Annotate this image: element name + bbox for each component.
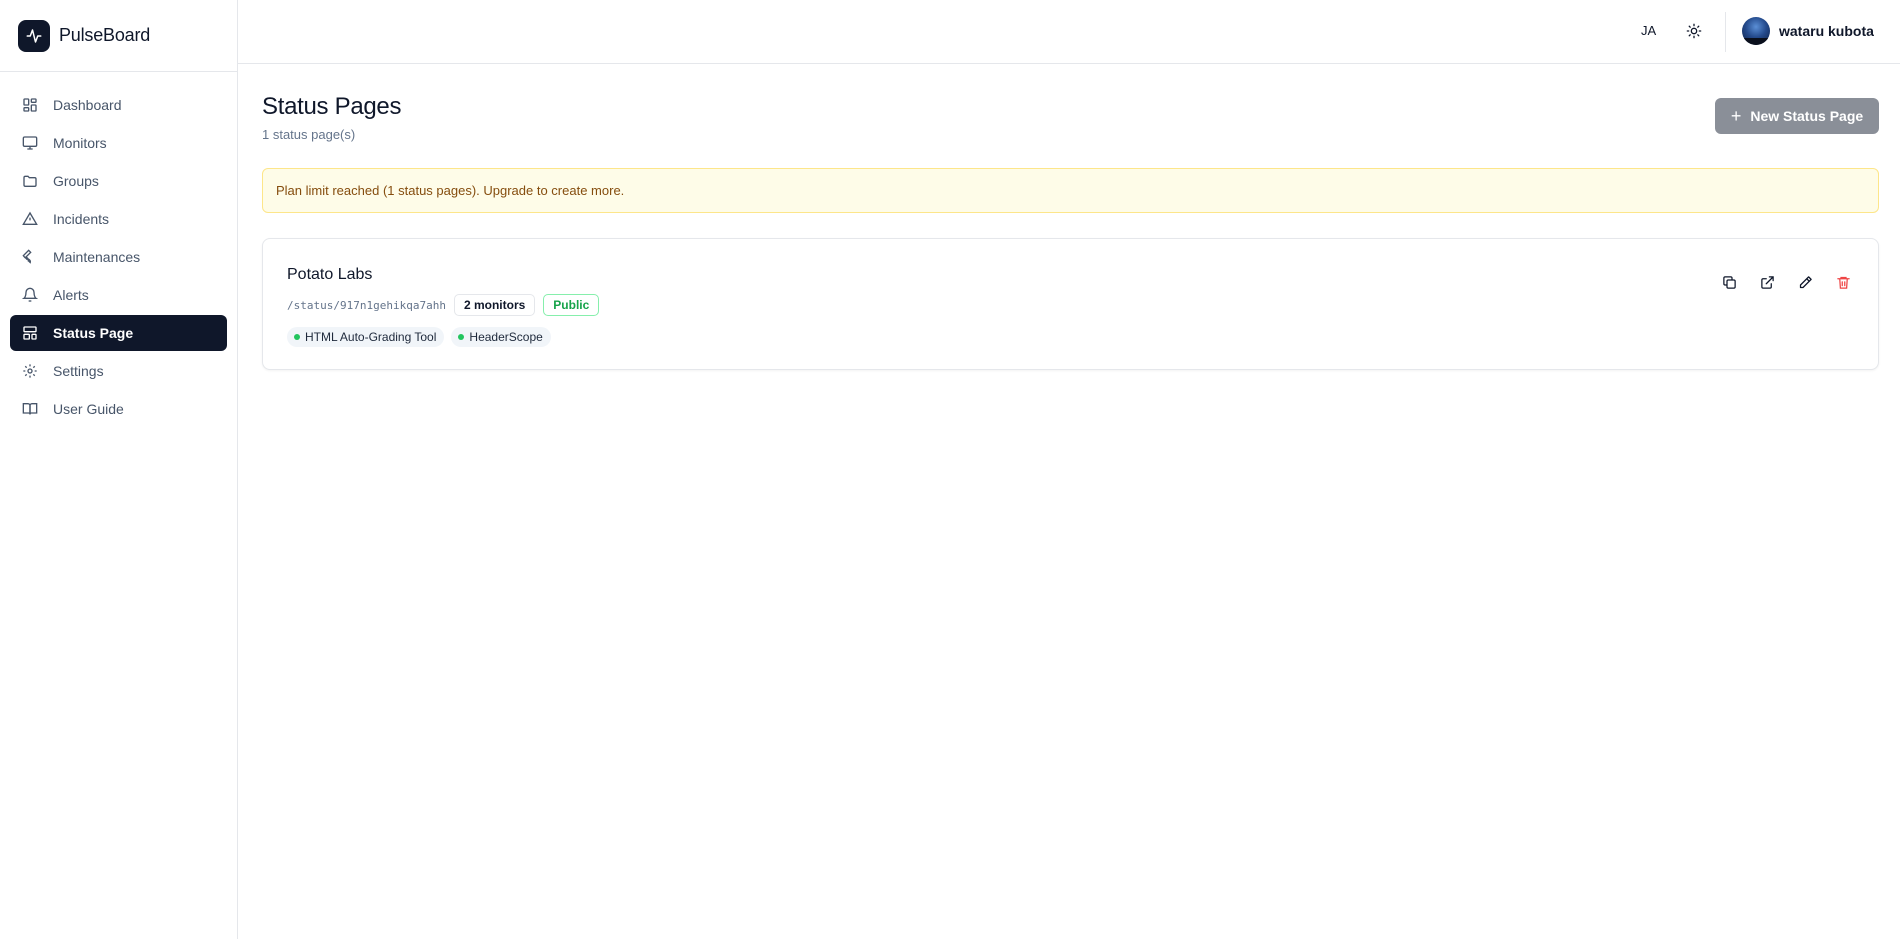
copy-icon (1722, 275, 1736, 289)
sidebar-item-dashboard[interactable]: Dashboard (10, 87, 227, 123)
monitor-count-badge: 2 monitors (453, 294, 536, 316)
status-dot-up (458, 334, 465, 340)
sidebar-item-status-page[interactable]: Status Page (10, 315, 227, 351)
monitor-tag-label: HeaderScope (469, 330, 543, 344)
edit-button[interactable] (1790, 267, 1820, 297)
layout-panel-icon (23, 326, 37, 340)
copy-button[interactable] (1714, 267, 1744, 297)
gear-icon (23, 364, 37, 378)
bell-icon (22, 287, 38, 302)
top-bar: JA wataru kubota (238, 0, 1900, 64)
activity-icon (18, 19, 50, 52)
dashboard-grid-icon (23, 98, 37, 112)
monitor-tag: HeaderScope (451, 327, 551, 347)
sidebar-item-label: Status Page (53, 325, 134, 341)
external-link-icon (1760, 275, 1774, 289)
user-name: wataru kubota (1779, 23, 1874, 39)
sidebar: PulseBoard Dashboard Monitors Groups Inc… (0, 0, 238, 939)
sidebar-item-label: Alerts (53, 287, 89, 303)
monitor-tag-label: HTML Auto-Grading Tool (305, 330, 437, 344)
sun-icon (1686, 23, 1702, 39)
plus-icon: + (1730, 106, 1742, 126)
sidebar-item-groups[interactable]: Groups (10, 163, 227, 199)
wrench-icon (22, 249, 32, 264)
visibility-badge: Public (543, 294, 600, 316)
avatar (1742, 17, 1770, 45)
folder-icon (23, 175, 37, 187)
sidebar-item-label: Groups (53, 173, 99, 189)
sidebar-item-user-guide[interactable]: User Guide (10, 391, 227, 427)
sidebar-item-alerts[interactable]: Alerts (10, 277, 227, 313)
card-actions (1714, 267, 1866, 297)
sidebar-item-label: Maintenances (53, 249, 141, 265)
monitor-icon (22, 136, 38, 150)
brand[interactable]: PulseBoard (0, 0, 237, 72)
sidebar-item-label: User Guide (53, 401, 124, 417)
trash-icon (1836, 276, 1850, 289)
sidebar-item-label: Settings (53, 363, 104, 379)
page-subtitle: 1 status page(s) (262, 127, 356, 142)
status-page-card[interactable]: Potato Labs /status/917n1gehikqa7ahh 2 m… (262, 238, 1879, 370)
status-dot-up (294, 334, 300, 340)
open-external-button[interactable] (1752, 267, 1782, 297)
theme-toggle-button[interactable] (1684, 21, 1704, 41)
header-divider (1725, 12, 1726, 52)
page-title: Status Pages (262, 93, 402, 120)
new-status-page-button[interactable]: + New Status Page (1715, 98, 1879, 134)
status-page-meta: /status/917n1gehikqa7ahh 2 monitors Publ… (287, 294, 600, 316)
sidebar-item-monitors[interactable]: Monitors (10, 125, 227, 161)
book-icon (22, 403, 38, 415)
warning-triangle-icon (22, 211, 38, 225)
delete-button[interactable] (1828, 267, 1858, 297)
status-page-slug: /status/917n1gehikqa7ahh (287, 298, 446, 312)
sidebar-nav: Dashboard Monitors Groups Incidents Main… (0, 72, 237, 427)
monitor-tags: HTML Auto-Grading Tool HeaderScope (287, 327, 558, 347)
sidebar-item-label: Incidents (53, 211, 110, 227)
language-switcher[interactable]: JA (1641, 23, 1656, 38)
app-name: PulseBoard (59, 25, 151, 45)
sidebar-item-incidents[interactable]: Incidents (10, 201, 227, 237)
sidebar-item-label: Dashboard (53, 97, 122, 113)
monitor-tag: HTML Auto-Grading Tool (287, 327, 445, 347)
new-status-page-label: New Status Page (1750, 108, 1864, 124)
sidebar-item-maintenances[interactable]: Maintenances (10, 239, 227, 275)
status-page-name: Potato Labs (287, 266, 373, 283)
pencil-icon (1799, 275, 1812, 288)
user-menu[interactable]: wataru kubota (1742, 17, 1874, 45)
sidebar-item-label: Monitors (53, 135, 107, 151)
plan-limit-text: Plan limit reached (1 status pages). Upg… (276, 183, 625, 198)
sidebar-item-settings[interactable]: Settings (10, 353, 227, 389)
plan-limit-notice: Plan limit reached (1 status pages). Upg… (262, 168, 1879, 213)
